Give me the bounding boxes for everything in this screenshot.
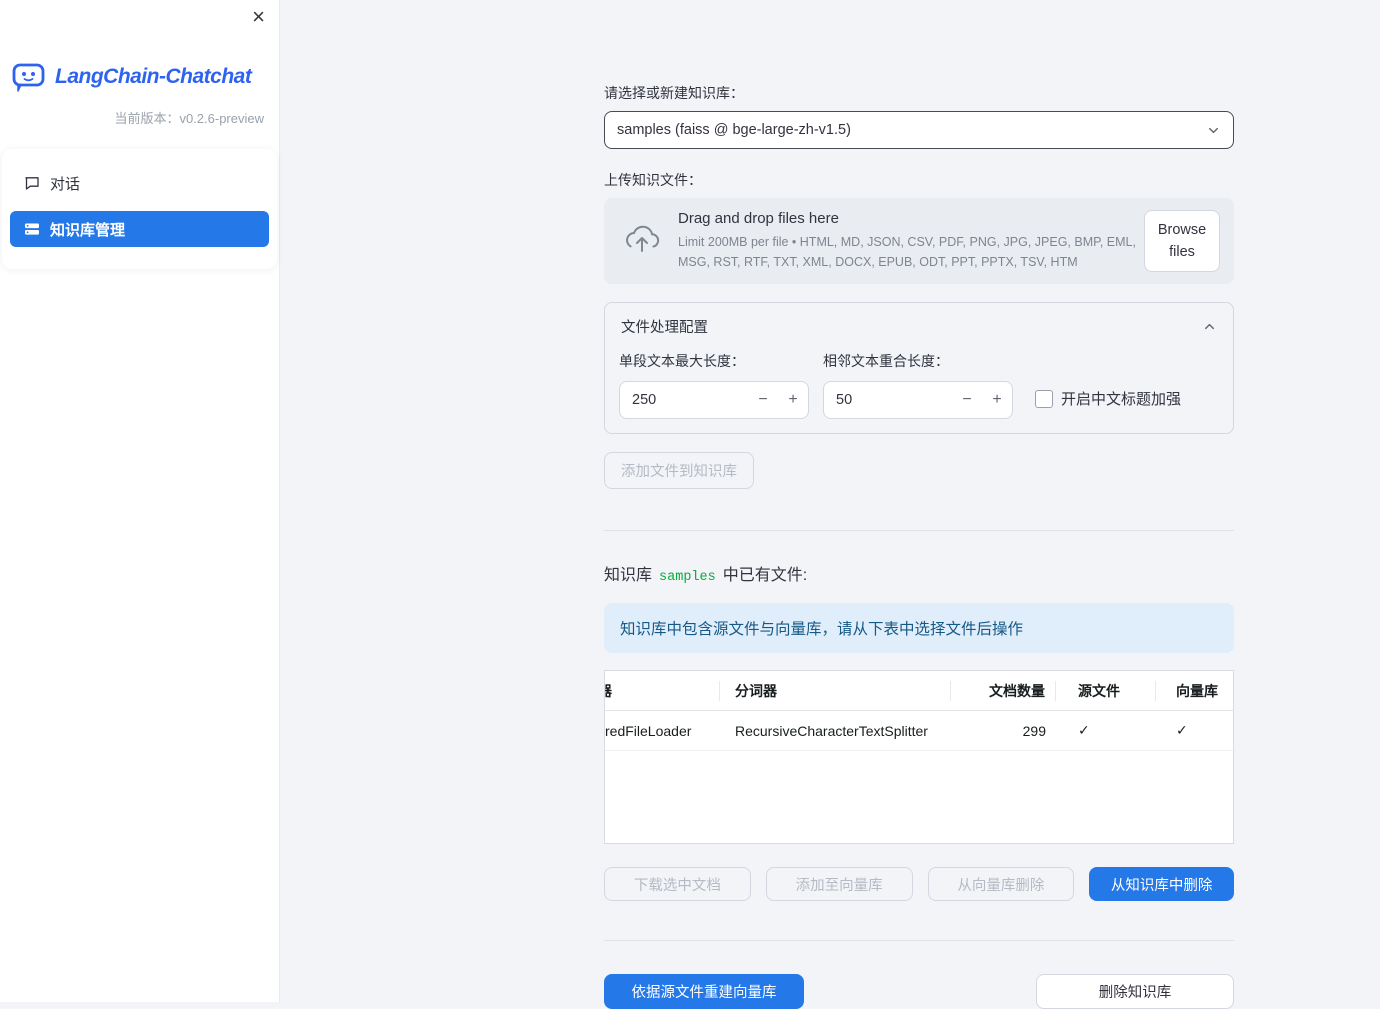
cell-source-file-check: ✓ [1078,722,1090,738]
increment-button[interactable]: + [778,391,808,409]
column-header-doc-count[interactable]: 文档数量 [951,681,1056,701]
sidebar-item-label: 对话 [50,175,81,193]
overlap-length-input[interactable]: 50 − + [823,381,1013,419]
sidebar-item-knowledge-base[interactable]: 知识库管理 [10,211,269,247]
download-selected-button[interactable]: 下载选中文档 [604,867,751,901]
table-action-buttons: 下载选中文档 添加至向量库 从向量库删除 从知识库中删除 [604,867,1234,901]
cell-vectorstore-check: ✓ [1176,722,1188,738]
zh-title-enhance-label: 开启中文标题加强 [1061,391,1182,408]
info-banner: 知识库中包含源文件与向量库，请从下表中选择文件后操作 [604,603,1234,653]
cell-loader: redFileLoader [605,722,692,739]
cell-doc-count: 299 [1022,722,1046,739]
zh-title-enhance: 开启中文标题加强 [1035,388,1181,409]
chevron-down-icon [1206,123,1221,138]
expander-title: 文件处理配置 [621,320,708,336]
main-content: 请选择或新建知识库： samples (faiss @ bge-large-zh… [604,0,1234,1009]
sidebar-item-label: 知识库管理 [50,221,126,239]
sidebar-close-icon[interactable]: × [252,4,265,30]
table-header-row: 器 分词器 文档数量 源文件 向量库 [605,671,1233,711]
upload-label: 上传知识文件： [604,172,702,188]
decrement-button[interactable]: − [952,391,982,409]
chat-icon [24,175,40,191]
kb-management-buttons: 依据源文件重建向量库 删除知识库 [604,974,1234,1009]
app-logo: LangChain-Chatchat [12,62,279,92]
max-length-value[interactable]: 250 [620,392,748,408]
column-header-vectorstore[interactable]: 向量库 [1156,681,1233,701]
dropzone-text: Drag and drop files here Limit 200MB per… [678,210,1144,272]
kb-name-code: samples [659,570,716,585]
dropzone-limit-text: Limit 200MB per file • HTML, MD, JSON, C… [678,235,1136,269]
expander-body: 单段文本最大长度： 250 − + 相邻文本重合长度： 50 − + 开启中文标… [605,349,1233,433]
kb-selectbox[interactable]: samples (faiss @ bge-large-zh-v1.5) [604,111,1234,149]
max-length-label: 单段文本最大长度： [619,353,745,369]
increment-button[interactable]: + [982,391,1012,409]
zh-title-enhance-checkbox[interactable] [1035,389,1053,408]
overlap-length-value[interactable]: 50 [824,392,952,408]
table-row[interactable]: redFileLoader RecursiveCharacterTextSpli… [605,711,1233,751]
overlap-length-group: 相邻文本重合长度： 50 − + [823,351,1013,419]
chevron-up-icon [1202,319,1217,334]
existing-suffix: 中已有文件: [722,567,808,584]
sidebar: × LangChain-Chatchat 当前版本：v0.2.6-preview… [0,0,280,1002]
add-files-to-kb-button[interactable]: 添加文件到知识库 [604,452,754,489]
max-length-input[interactable]: 250 − + [619,381,809,419]
expander-header[interactable]: 文件处理配置 [605,303,1233,349]
cell-splitter: RecursiveCharacterTextSplitter [735,722,928,739]
kb-selected-value: samples (faiss @ bge-large-zh-v1.5) [617,122,851,138]
sidebar-item-dialogue[interactable]: 对话 [10,165,269,201]
overlap-length-label: 相邻文本重合长度： [823,353,949,369]
browse-files-button[interactable]: Browse files [1144,209,1220,273]
delete-from-vectorstore-button[interactable]: 从向量库删除 [927,867,1075,901]
rebuild-vectorstore-button[interactable]: 依据源文件重建向量库 [604,974,804,1009]
delete-kb-button[interactable]: 删除知识库 [1036,974,1234,1009]
divider [604,940,1234,941]
existing-prefix: 知识库 [604,567,653,584]
kb-files-table: 器 分词器 文档数量 源文件 向量库 redFileLoader Recursi… [604,670,1234,844]
app-logo-text: LangChain-Chatchat [55,65,252,88]
cloud-upload-icon [622,224,662,259]
file-dropzone[interactable]: Drag and drop files here Limit 200MB per… [604,198,1234,284]
kb-select-label: 请选择或新建知识库： [604,85,744,101]
column-header-loader[interactable]: 器 [605,681,720,701]
existing-files-line: 知识库 samples 中已有文件: [604,561,1234,585]
chatchat-logo-icon [12,62,48,92]
dropzone-title: Drag and drop files here [678,210,839,228]
column-header-splitter[interactable]: 分词器 [720,681,951,701]
max-length-group: 单段文本最大长度： 250 − + [619,351,809,419]
version-text: 当前版本：v0.2.6-preview [114,111,264,126]
divider [604,530,1234,531]
add-to-vectorstore-button[interactable]: 添加至向量库 [765,867,913,901]
delete-from-kb-button[interactable]: 从知识库中删除 [1089,867,1234,901]
decrement-button[interactable]: − [748,391,778,409]
sidebar-menu: 对话 知识库管理 [2,149,277,269]
stack-icon [24,221,40,237]
file-config-expander: 文件处理配置 单段文本最大长度： 250 − + 相邻文本重合长度： 50 − … [604,302,1234,434]
column-header-source-file[interactable]: 源文件 [1056,681,1156,701]
